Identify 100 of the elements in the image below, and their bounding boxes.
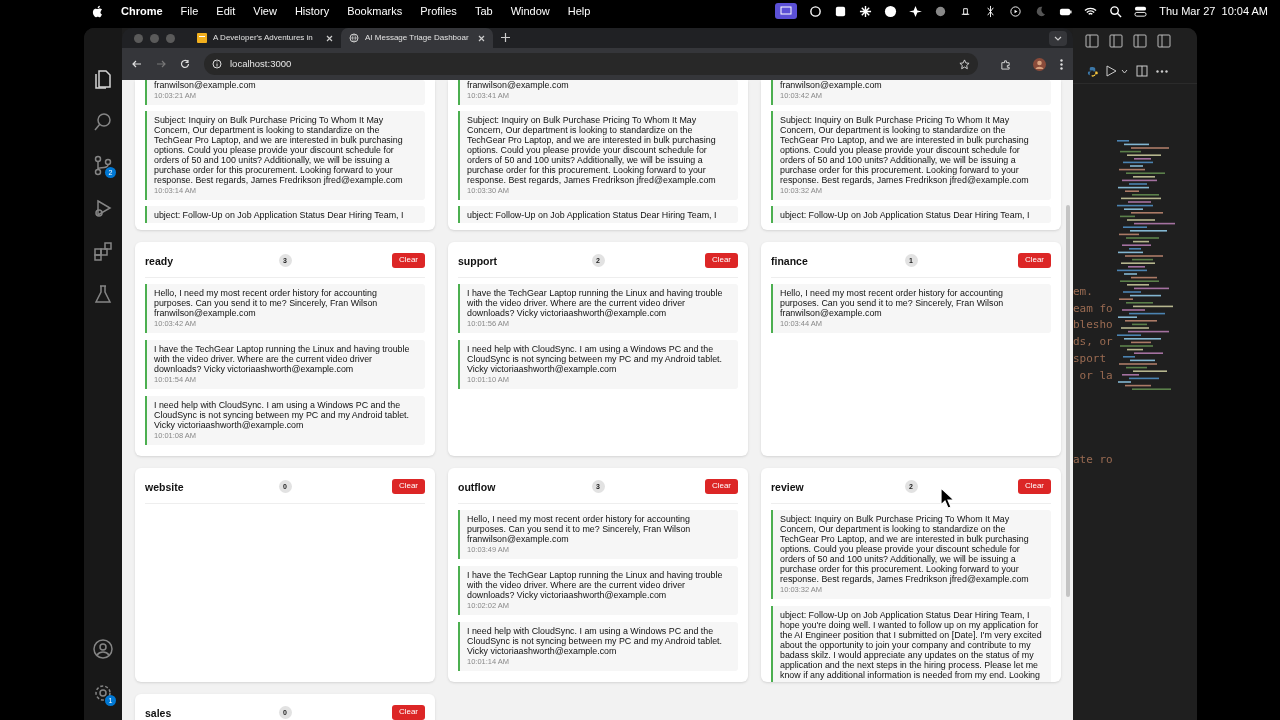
code-line: ate ro [1073,452,1114,468]
menu-item[interactable]: Window [510,2,550,20]
settings-icon[interactable] [92,682,114,704]
scrollbar-thumb[interactable] [1066,205,1070,597]
status-icon[interactable] [884,4,898,18]
menu-item[interactable]: Tab [474,2,493,20]
python-icon[interactable] [1087,65,1098,77]
message-text: I need help with CloudSync. I am using a Windows PC and the CloudSync is not syncing between my PC and my Android tablet. Vicky victoriaashworth@example.com [467,626,724,656]
address-bar[interactable]: localhost:3000 [204,53,978,75]
message-text: franwilson@example.com [154,80,257,90]
run-debug-icon[interactable] [92,197,114,219]
menubar-clock[interactable]: Thu Mar 27 10:04 AM [1159,2,1268,20]
message-text: I have the TechGear Laptop running the Linux and having trouble with the video driver. Where are the current video driver downloads? Vicky victoriaashworth@example.com [467,570,724,600]
clear-button[interactable]: Clear [391,478,425,494]
message-item[interactable] [458,111,738,200]
account-icon[interactable] [92,638,114,660]
close-icon[interactable] [478,34,485,42]
caret-icon [1054,36,1062,41]
message-text: franwilson@example.com [467,80,570,90]
message-text: Subject: Inquiry on Bulk Purchase Pricing To Whom It May Concern, Our department is looking to standardize on the TechGear Pro Laptop, and we are interested in bulk purchasing options. Could you please provide your discount schedule for orders of 50 and 100 units? Additionally, we will be issuing a purchase order for this procurement. Looking forward to your response. Best regards, James Fredrikson jfred@example.com [780,115,1030,185]
close-icon[interactable] [326,34,333,42]
category-title: outflow [458,481,496,493]
files-icon[interactable] [92,68,114,90]
message-item[interactable] [771,510,1051,599]
control-center-icon[interactable] [1134,4,1148,18]
extensions-icon[interactable] [92,240,114,262]
message-text: franwilson@example.com [780,80,883,90]
category-title: ready [145,255,174,267]
layout-icon[interactable] [1085,34,1099,48]
search-icon[interactable] [1109,4,1123,18]
code-line: sport [1073,350,1108,367]
clear-button[interactable]: Clear [391,252,425,268]
message-text: I have the TechGear Laptop running the Linux and having trouble with the video driver. Where are the current video driver downloads? Vicky victoriaashworth@example.com [154,344,411,374]
status-icon[interactable] [834,4,848,18]
message-text: I need help with CloudSync. I am using a Windows PC and the CloudSync is not syncing between my PC and my Android tablet. Vicky victoriaashworth@example.com [467,344,724,374]
category-title: finance [771,255,808,267]
menu-item[interactable]: View [253,2,277,20]
app-menu[interactable]: Chrome [121,2,163,20]
message-text: ubject: Follow-Up on Job Application Status Dear Hiring Team, I [467,210,718,220]
code-line: ds, or [1073,334,1114,351]
message-text: Hello, I need my most recent order history for accounting purposes. Can you send it to me? Sincerely, Fran Wilson franwilson@example.com [154,288,379,318]
code-line: or la [1078,367,1114,384]
flask-icon[interactable] [92,283,114,305]
code-line: em. [1073,284,1094,300]
menu-item[interactable]: Profiles [420,2,457,20]
page-favicon-icon [197,33,207,43]
mouse-cursor-icon [940,487,956,509]
browser-tab[interactable]: A Developer's Adventures in [189,28,341,48]
message-item[interactable]: ubject: Follow-Up on Job Application Status Dear Hiring Team, I [771,206,1051,223]
split-editor-icon[interactable] [1136,65,1148,77]
message-text: I need help with CloudSync. I am using a Windows PC and the CloudSync is not syncing between my PC and my Android tablet. Vicky victoriaashworth@example.com [154,400,411,430]
star-icon[interactable] [959,58,970,70]
message-item[interactable] [771,111,1051,200]
tab-search-button[interactable] [1049,31,1067,46]
category-title: review [771,481,804,493]
message-item[interactable]: ubject: Follow-Up on Job Application Status Dear Hiring Team, I [145,206,425,223]
clear-button[interactable]: Clear [391,704,425,720]
run-icon[interactable] [1106,65,1117,77]
browser-tab[interactable]: AI Message Triage Dashboar [341,28,493,48]
menu-item[interactable]: History [294,2,330,20]
clear-button[interactable]: Clear [1017,478,1051,494]
back-icon[interactable] [132,59,142,69]
message-item[interactable] [145,111,425,200]
forward-icon[interactable] [156,59,166,69]
menu-item[interactable]: Bookmarks [347,2,403,20]
message-text: Hello, I need my most recent order history for accounting purposes. Can you send it to me? Sincerely, Fran Wilson franwilson@example.com [467,514,692,544]
extensions-icon[interactable] [1000,58,1011,70]
clear-button[interactable]: Clear [1017,252,1051,268]
status-icon[interactable] [909,4,923,18]
more-icon[interactable] [1156,69,1168,73]
message-text: Subject: Inquiry on Bulk Purchase Pricing To Whom It May Concern, Our department is looking to standardize on the TechGear Pro Laptop, and we are interested in bulk purchasing options. Could you please provide your discount schedule for orders of 50 and 100 units? Additionally, we will be issuing a purchase order for this procurement. Looking forward to your response. Best regards, James Fredrikson jfred@example.com [154,115,404,185]
sidebar-icon[interactable] [1157,34,1171,48]
moon-icon[interactable] [1034,4,1048,18]
status-icon[interactable] [934,4,948,18]
status-icon[interactable] [809,4,823,18]
message-text: Hello, I need my most recent order history for accounting purposes. Can you send it to me? Sincerely, Fran Wilson franwilson@example.com [780,288,1005,318]
code-line: blesho [1073,317,1114,334]
globe-icon [349,33,359,43]
message-text: ubject: Follow-Up on Job Application Status Dear Hiring Team, I [780,210,1031,220]
screen-share-icon[interactable] [775,3,798,19]
apple-icon[interactable] [92,4,103,18]
play-icon[interactable] [1009,4,1023,18]
category-title: sales [145,707,172,719]
profile-avatar-icon[interactable] [1033,57,1046,71]
clear-button[interactable]: Clear [704,478,738,494]
message-item[interactable]: ubject: Follow-Up on Job Application Status Dear Hiring Team, I [458,206,738,223]
message-text: Subject: Inquiry on Bulk Purchase Pricing To Whom It May Concern, Our department is looking to standardize on the TechGear Pro Laptop, and we are interested in bulk purchasing options. Could you please provide your discount schedule for orders of 50 and 100 units? Additionally, we will be issuing a purchase order for this procurement. Looking forward to your response. Best regards, James Fredrikson jfred@example.com [467,115,717,185]
info-icon[interactable] [212,59,222,69]
status-icon[interactable] [859,4,873,18]
clear-button[interactable]: Clear [704,252,738,268]
category-title: support [458,255,498,267]
reload-icon[interactable] [180,59,190,69]
new-tab-icon[interactable] [501,33,510,42]
panel-icon[interactable] [1133,34,1147,48]
sidebar-icon[interactable] [1109,34,1123,48]
caret-icon[interactable] [1121,68,1128,74]
more-icon[interactable] [1060,58,1063,70]
menu-item[interactable]: Help [567,2,591,20]
menu-item[interactable]: File [180,2,199,20]
menu-item[interactable]: Edit [216,2,236,20]
